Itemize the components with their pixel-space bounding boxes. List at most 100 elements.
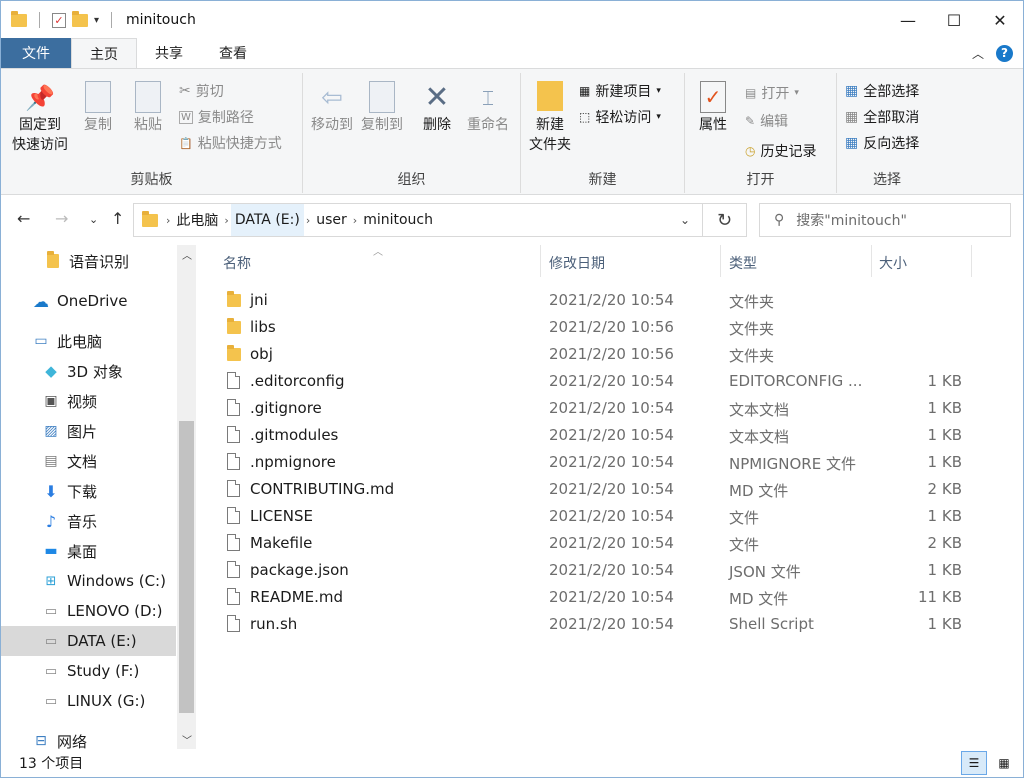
nav-item-this-pc[interactable]: ▭ 此电脑 bbox=[1, 326, 176, 356]
tab-home[interactable]: 主页 bbox=[71, 38, 137, 68]
properties-button[interactable]: ✓ 属性 bbox=[691, 81, 735, 135]
pin-quick-access-button[interactable]: 📌 固定到 快速访问 bbox=[9, 81, 71, 155]
new-folder-button[interactable]: 新建 文件夹 bbox=[525, 81, 575, 155]
refresh-icon[interactable]: ↻ bbox=[703, 203, 747, 237]
column-header-name[interactable]: 名称 bbox=[223, 249, 251, 277]
chevron-right-icon[interactable]: › bbox=[351, 214, 359, 227]
up-arrow-icon[interactable]: ↑ bbox=[111, 209, 124, 228]
file-row[interactable]: Makefile 2021/2/20 10:54 文件 2 KB bbox=[217, 530, 977, 557]
pin-icon: 📌 bbox=[25, 84, 55, 112]
file-name: jni bbox=[250, 291, 268, 309]
properties-check-icon[interactable]: ✓ bbox=[52, 12, 66, 28]
column-header-type[interactable]: 类型 bbox=[729, 249, 757, 277]
history-button[interactable]: ◷ 历史记录 bbox=[745, 139, 816, 163]
open-button[interactable]: ▤ 打开 ▾ bbox=[745, 81, 799, 105]
forward-arrow-icon[interactable]: → bbox=[55, 209, 68, 228]
search-input[interactable]: ⚲ 搜索"minitouch" bbox=[759, 203, 1011, 237]
search-icon: ⚲ bbox=[774, 212, 785, 228]
nav-scrollbar[interactable]: ︿ ﹀ bbox=[177, 245, 196, 749]
column-divider[interactable] bbox=[871, 245, 872, 277]
rename-button[interactable]: ⌶ 重命名 bbox=[463, 81, 513, 135]
breadcrumb-data-drive[interactable]: DATA (E:) bbox=[230, 204, 304, 236]
nav-item-drive-e[interactable]: ▭ DATA (E:) bbox=[1, 626, 176, 656]
delete-button[interactable]: ✕ 删除 bbox=[417, 81, 457, 135]
nav-item-speech[interactable]: 语音识别 bbox=[1, 246, 176, 276]
nav-item-drive-g[interactable]: ▭ LINUX (G:) bbox=[1, 686, 176, 716]
file-row[interactable]: jni 2021/2/20 10:54 文件夹 bbox=[217, 287, 977, 314]
copy-to-button[interactable]: 复制到 bbox=[357, 81, 407, 135]
paste-button[interactable]: 粘贴 bbox=[127, 81, 169, 135]
back-arrow-icon[interactable]: ← bbox=[17, 209, 30, 228]
copy-path-button[interactable]: W 复制路径 bbox=[179, 105, 254, 129]
help-icon[interactable]: ? bbox=[996, 44, 1013, 62]
file-row[interactable]: obj 2021/2/20 10:56 文件夹 bbox=[217, 341, 977, 368]
file-row[interactable]: CONTRIBUTING.md 2021/2/20 10:54 MD 文件 2 KB bbox=[217, 476, 977, 503]
nav-item-desktop[interactable]: ▬ 桌面 bbox=[1, 536, 176, 566]
file-row[interactable]: .editorconfig 2021/2/20 10:54 EDITORCONFIG… bbox=[217, 368, 977, 395]
address-dropdown-icon[interactable]: ⌄ bbox=[680, 213, 690, 227]
drive-icon: ▭ bbox=[44, 663, 58, 679]
column-divider[interactable] bbox=[720, 245, 721, 277]
column-header-date[interactable]: 修改日期 bbox=[549, 249, 605, 277]
file-icon bbox=[227, 453, 243, 471]
maximize-button[interactable]: ☐ bbox=[931, 1, 977, 39]
file-row[interactable]: README.md 2021/2/20 10:54 MD 文件 11 KB bbox=[217, 584, 977, 611]
copy-button[interactable]: 复制 bbox=[77, 81, 119, 135]
new-folder-icon[interactable] bbox=[72, 10, 88, 27]
easy-access-button[interactable]: ⬚ 轻松访问 ▾ bbox=[579, 105, 661, 129]
chevron-right-icon[interactable]: › bbox=[304, 214, 312, 227]
tab-file[interactable]: 文件 bbox=[1, 38, 71, 68]
open-group: ✓ 属性 ▤ 打开 ▾ ✎ 编辑 ◷ 历史记录 打开 bbox=[685, 73, 837, 193]
close-button[interactable]: ✕ bbox=[977, 1, 1023, 39]
file-row[interactable]: .gitignore 2021/2/20 10:54 文本文档 1 KB bbox=[217, 395, 977, 422]
cut-button[interactable]: ✂ 剪切 bbox=[179, 79, 224, 103]
folder-icon bbox=[11, 10, 27, 27]
file-row[interactable]: package.json 2021/2/20 10:54 JSON 文件 1 KB bbox=[217, 557, 977, 584]
minimize-button[interactable]: — bbox=[885, 1, 931, 39]
invert-selection-button[interactable]: ▦ 反向选择 bbox=[845, 131, 919, 155]
organize-group: ⇦ 移动到 复制到 ✕ 删除 ⌶ 重命名 组织 bbox=[303, 73, 521, 193]
select-all-button[interactable]: ▦ 全部选择 bbox=[845, 79, 919, 103]
scroll-up-icon[interactable]: ︿ bbox=[182, 247, 192, 262]
file-row[interactable]: run.sh 2021/2/20 10:54 Shell Script 1 KB bbox=[217, 611, 977, 638]
file-row[interactable]: .gitmodules 2021/2/20 10:54 文本文档 1 KB bbox=[217, 422, 977, 449]
file-size: 1 KB bbox=[927, 453, 962, 471]
recent-locations-chevron-icon[interactable]: ⌄ bbox=[89, 213, 98, 226]
chevron-right-icon[interactable]: › bbox=[222, 214, 230, 227]
nav-item-documents[interactable]: ▤ 文档 bbox=[1, 446, 176, 476]
nav-item-3d-objects[interactable]: ◆ 3D 对象 bbox=[1, 356, 176, 386]
scrollbar-thumb[interactable] bbox=[179, 421, 194, 713]
tab-view[interactable]: 查看 bbox=[201, 38, 265, 68]
nav-item-drive-c[interactable]: ⊞ Windows (C:) bbox=[1, 566, 176, 596]
collapse-ribbon-icon[interactable]: ︿ bbox=[972, 45, 984, 62]
breadcrumb-minitouch[interactable]: minitouch bbox=[359, 204, 437, 236]
paste-shortcut-button[interactable]: 📋 粘贴快捷方式 bbox=[179, 131, 282, 155]
chevron-right-icon[interactable]: › bbox=[164, 214, 172, 227]
file-row[interactable]: .npmignore 2021/2/20 10:54 NPMIGNORE 文件 1 K… bbox=[217, 449, 977, 476]
breadcrumb-user[interactable]: user bbox=[312, 204, 351, 236]
details-view-icon[interactable]: ☰ bbox=[961, 751, 987, 775]
file-row[interactable]: libs 2021/2/20 10:56 文件夹 bbox=[217, 314, 977, 341]
column-header-size[interactable]: 大小 bbox=[879, 249, 907, 277]
tab-share[interactable]: 共享 bbox=[137, 38, 201, 68]
nav-item-downloads[interactable]: ⬇ 下载 bbox=[1, 476, 176, 506]
scroll-down-icon[interactable]: ﹀ bbox=[182, 732, 192, 747]
move-to-button[interactable]: ⇦ 移动到 bbox=[307, 81, 357, 135]
file-size: 1 KB bbox=[927, 561, 962, 579]
customize-toolbar-icon[interactable]: ▾ bbox=[94, 15, 99, 26]
breadcrumb-this-pc[interactable]: 此电脑 bbox=[172, 204, 222, 236]
nav-item-music[interactable]: ♪ 音乐 bbox=[1, 506, 176, 536]
large-icons-view-icon[interactable]: ▦ bbox=[991, 751, 1017, 775]
edit-button[interactable]: ✎ 编辑 bbox=[745, 109, 788, 133]
nav-item-drive-f[interactable]: ▭ Study (F:) bbox=[1, 656, 176, 686]
column-divider[interactable] bbox=[540, 245, 541, 277]
select-none-button[interactable]: ▦ 全部取消 bbox=[845, 105, 919, 129]
nav-item-videos[interactable]: ▣ 视频 bbox=[1, 386, 176, 416]
address-path[interactable]: › 此电脑 › DATA (E:) › user › minitouch ⌄ bbox=[133, 203, 703, 237]
column-divider[interactable] bbox=[971, 245, 972, 277]
new-item-button[interactable]: ▦ 新建项目 ▾ bbox=[579, 79, 661, 103]
file-row[interactable]: LICENSE 2021/2/20 10:54 文件 1 KB bbox=[217, 503, 977, 530]
nav-item-drive-d[interactable]: ▭ LENOVO (D:) bbox=[1, 596, 176, 626]
nav-item-pictures[interactable]: ▨ 图片 bbox=[1, 416, 176, 446]
nav-item-onedrive[interactable]: ☁ OneDrive bbox=[1, 286, 176, 316]
